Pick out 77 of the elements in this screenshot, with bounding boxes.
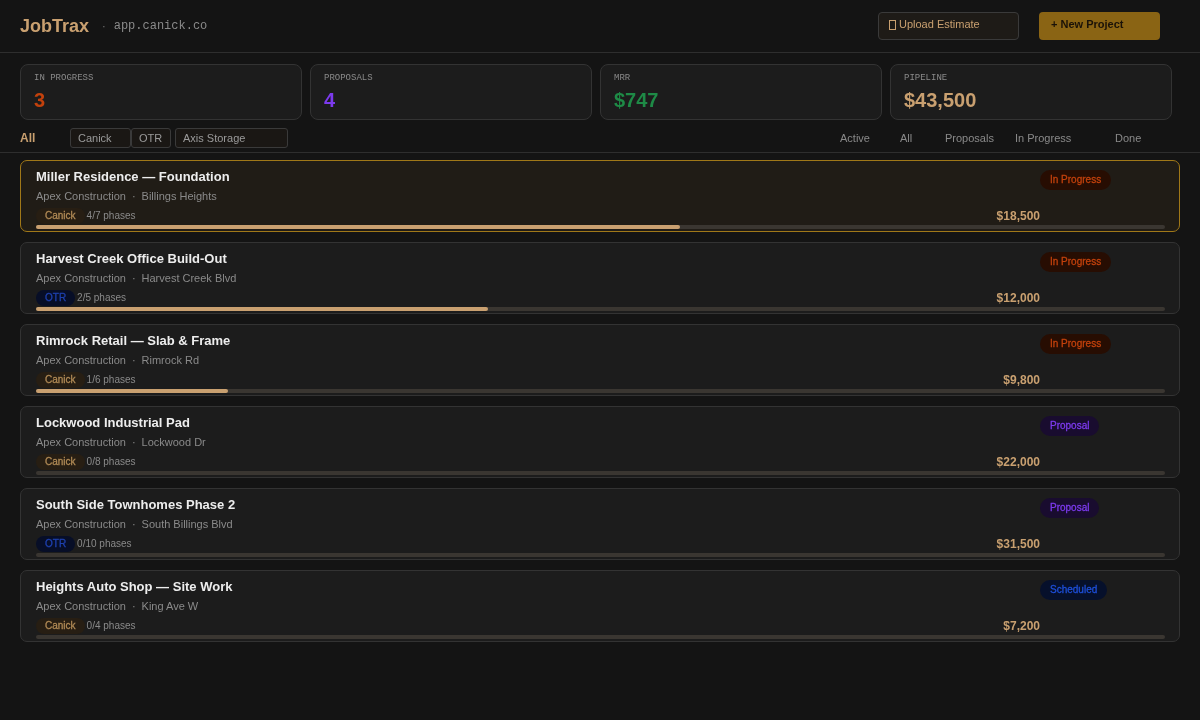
stat-label: PIPELINE	[904, 72, 949, 84]
location-label: Harvest Creek Blvd	[141, 271, 237, 286]
domain-label: app.canick.co	[113, 18, 208, 35]
project-title: Rimrock Retail — Slab & Frame	[36, 332, 231, 350]
client-name: Apex Construction	[36, 435, 126, 450]
phase-count: 2/5 phases	[77, 291, 127, 305]
project-amount: $9,800	[1003, 372, 1040, 388]
separator-dot: ·	[131, 435, 136, 450]
project-amount: $12,000	[996, 290, 1040, 306]
separator-dot: ·	[131, 353, 136, 368]
status-badge: In Progress	[1040, 334, 1112, 354]
separator-dot: ·	[131, 271, 136, 286]
project-title: Harvest Creek Office Build-Out	[36, 250, 227, 268]
location-label: King Ave W	[141, 599, 199, 614]
status-tab[interactable]: Active	[840, 130, 870, 146]
stat-value: 4	[324, 88, 337, 112]
project-amount: $18,500	[996, 208, 1040, 224]
client-tag: OTR	[36, 290, 76, 306]
client-filter[interactable]: All	[20, 130, 36, 146]
client-name: Apex Construction	[36, 189, 126, 204]
client-name: Apex Construction	[36, 599, 126, 614]
client-tag: Canick	[36, 618, 85, 634]
client-name: Apex Construction	[36, 353, 126, 368]
separator-dot: ·	[102, 18, 106, 34]
status-tab[interactable]: Done	[1115, 130, 1142, 146]
client-filter[interactable]: Canick	[70, 128, 131, 148]
client-tag: Canick	[36, 454, 85, 470]
phase-count: 0/4 phases	[86, 619, 136, 633]
upload-button[interactable]: Upload Estimate	[878, 12, 1019, 40]
square-outline-icon	[889, 19, 896, 30]
separator-dot: ·	[131, 517, 136, 532]
client-name: Apex Construction	[36, 517, 126, 532]
client-tag: Canick	[36, 208, 85, 224]
location-label: Lockwood Dr	[141, 435, 206, 450]
project-card[interactable]: Lockwood Industrial Pad Apex Construction · Lockwood Dr Canick 0/8 phases $22,000 Proposal	[20, 406, 1180, 478]
project-title: Heights Auto Shop — Site Work	[36, 578, 233, 596]
status-badge: In Progress	[1040, 170, 1112, 190]
client-filter[interactable]: OTR	[131, 128, 171, 148]
project-card[interactable]: Heights Auto Shop — Site Work Apex Construction · King Ave W Canick 0/4 phases $7,200 Scheduled	[20, 570, 1180, 642]
status-badge: In Progress	[1040, 252, 1112, 272]
project-card[interactable]: Rimrock Retail — Slab & Frame Apex Construction · Rimrock Rd Canick 1/6 phases $9,800 In Progress	[20, 324, 1180, 396]
status-badge: Proposal	[1040, 498, 1100, 518]
location-label: South Billings Blvd	[141, 517, 233, 532]
separator-dot: ·	[131, 189, 136, 204]
project-amount: $22,000	[996, 454, 1040, 470]
separator-dot: ·	[131, 599, 136, 614]
status-badge: Proposal	[1040, 416, 1100, 436]
project-card[interactable]: South Side Townhomes Phase 2 Apex Construction · South Billings Blvd OTR 0/10 phases $31,500 Proposal	[20, 488, 1180, 560]
app-logo: JobTrax	[20, 17, 90, 35]
status-badge: Scheduled	[1040, 580, 1108, 600]
project-title: Lockwood Industrial Pad	[36, 414, 190, 432]
location-label: Rimrock Rd	[141, 353, 199, 368]
status-tab[interactable]: All	[900, 130, 913, 146]
project-title: South Side Townhomes Phase 2	[36, 496, 236, 514]
stat-value: $43,500	[904, 88, 978, 112]
project-title: Miller Residence — Foundation	[36, 168, 230, 186]
project-amount: $7,200	[1003, 618, 1040, 634]
stat-label: PROPOSALS	[324, 72, 374, 84]
status-tab[interactable]: Proposals	[945, 130, 994, 146]
project-amount: $31,500	[996, 536, 1040, 552]
phase-count: 0/10 phases	[77, 537, 132, 551]
client-name: Apex Construction	[36, 271, 126, 286]
phase-count: 1/6 phases	[86, 373, 136, 387]
new-project-button[interactable]: + New Project	[1039, 12, 1160, 40]
status-tab[interactable]: In Progress	[1015, 130, 1072, 146]
project-card[interactable]: Harvest Creek Office Build-Out Apex Construction · Harvest Creek Blvd OTR 2/5 phases $12,000 In Progress	[20, 242, 1180, 314]
phase-count: 4/7 phases	[86, 209, 136, 223]
location-label: Billings Heights	[141, 189, 217, 204]
project-card[interactable]: Miller Residence — Foundation Apex Construction · Billings Heights Canick 4/7 phases $18,500 In Progress	[20, 160, 1180, 232]
stat-label: IN PROGRESS	[34, 72, 95, 84]
stat-label: MRR	[614, 72, 632, 84]
stat-value: $747	[614, 88, 660, 112]
stat-value: 3	[34, 88, 47, 112]
client-tag: OTR	[36, 536, 76, 552]
client-tag: Canick	[36, 372, 85, 388]
client-filter[interactable]: Axis Storage	[175, 128, 288, 148]
phase-count: 0/8 phases	[86, 455, 136, 469]
